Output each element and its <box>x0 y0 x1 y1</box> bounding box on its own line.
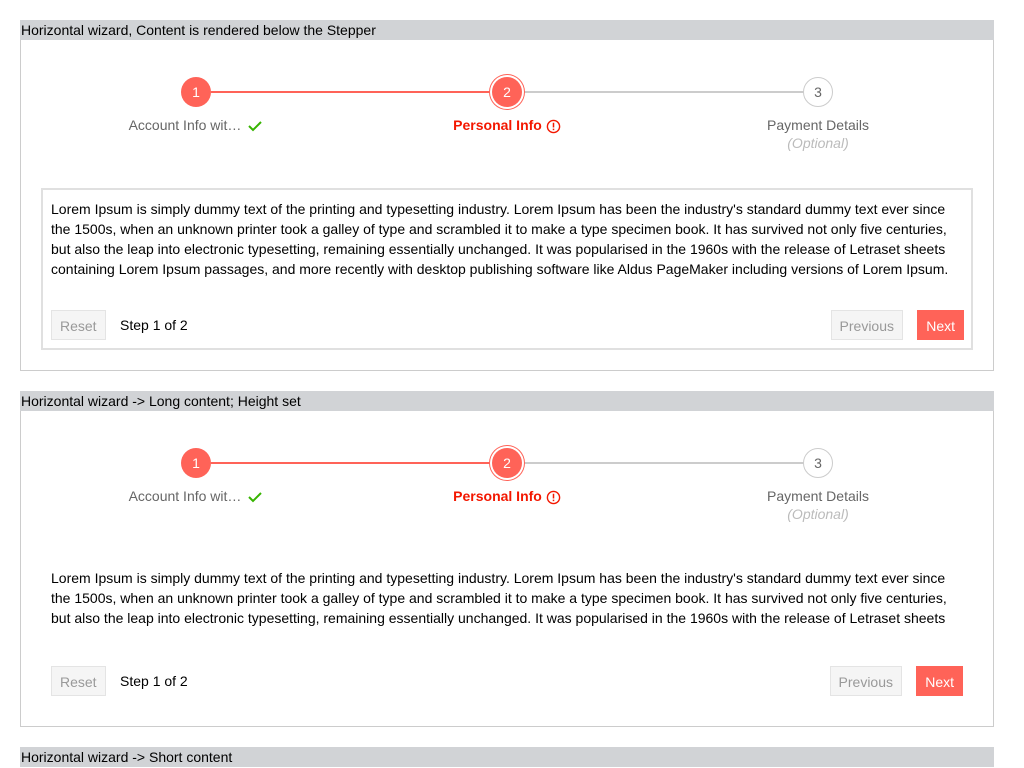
track-line <box>522 91 818 93</box>
step-1-label[interactable]: Account Info wit… <box>46 117 346 134</box>
stepper: 1 2 3 Account Info wit… Personal Info Pa… <box>21 77 993 157</box>
step-3-indicator[interactable]: 3 <box>803 77 833 107</box>
step-2-indicator[interactable]: 2 <box>492 77 522 107</box>
step-label-text: Personal Info <box>453 117 542 133</box>
step-label-text: Account Info wit… <box>128 117 242 133</box>
step-2-indicator[interactable]: 2 <box>492 448 522 478</box>
next-button[interactable]: Next <box>917 310 964 340</box>
wizard-1: 1 2 3 Account Info wit… Personal Info Pa… <box>20 40 994 371</box>
progress-line <box>211 462 507 464</box>
wizard-content[interactable]: Lorem Ipsum is simply dummy text of the … <box>41 559 973 626</box>
next-button[interactable]: Next <box>916 666 963 696</box>
optional-label: (Optional) <box>787 506 849 522</box>
step-1-label[interactable]: Account Info wit… <box>46 488 346 505</box>
section-title: Horizontal wizard, Content is rendered b… <box>20 20 994 40</box>
step-label-text: Payment Details <box>767 488 869 504</box>
check-icon <box>248 492 263 503</box>
reset-button[interactable]: Reset <box>51 666 106 696</box>
section-title: Horizontal wizard -> Short content <box>20 747 994 767</box>
step-1-indicator[interactable]: 1 <box>181 448 211 478</box>
check-icon <box>248 121 263 132</box>
exclamation-circle-icon <box>546 119 561 134</box>
step-2-label[interactable]: Personal Info <box>357 488 657 505</box>
stepper: 1 2 3 Account Info wit… Personal Info Pa… <box>21 448 993 528</box>
exclamation-circle-icon <box>546 490 561 505</box>
previous-button[interactable]: Previous <box>830 310 903 340</box>
step-label-text: Personal Info <box>453 488 542 504</box>
wizard-content-panel: Lorem Ipsum is simply dummy text of the … <box>41 188 973 350</box>
section-title: Horizontal wizard -> Long content; Heigh… <box>20 391 994 411</box>
step-3-label[interactable]: Payment Details (Optional) <box>668 117 968 151</box>
track-line <box>522 462 818 464</box>
step-2-label[interactable]: Personal Info <box>357 117 657 134</box>
step-3-indicator[interactable]: 3 <box>803 448 833 478</box>
step-label-text: Account Info wit… <box>128 488 242 504</box>
reset-button[interactable]: Reset <box>51 310 106 340</box>
wizard-content: Lorem Ipsum is simply dummy text of the … <box>51 201 949 277</box>
previous-button[interactable]: Previous <box>829 666 902 696</box>
progress-line <box>211 91 507 93</box>
step-info: Step 1 of 2 <box>120 673 188 689</box>
step-info: Step 1 of 2 <box>120 317 188 333</box>
step-3-label[interactable]: Payment Details (Optional) <box>668 488 968 522</box>
step-label-text: Payment Details <box>767 117 869 133</box>
wizard-2: 1 2 3 Account Info wit… Personal Info Pa… <box>20 411 994 727</box>
step-1-indicator[interactable]: 1 <box>181 77 211 107</box>
optional-label: (Optional) <box>787 135 849 151</box>
